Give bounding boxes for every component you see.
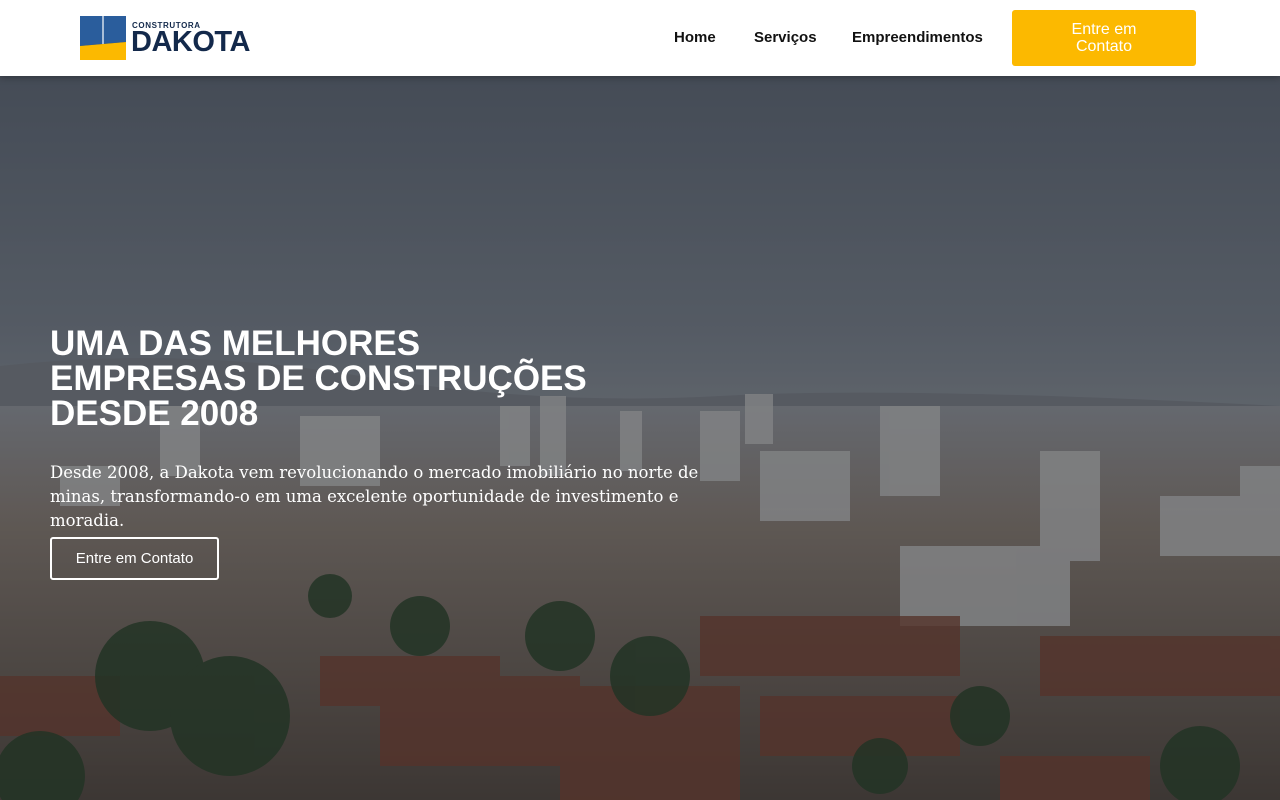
site-header: CONSTRUTORA DAKOTA Home Serviços Empreen…: [0, 0, 1280, 76]
hero-description: Desde 2008, a Dakota vem revolucionando …: [50, 463, 699, 530]
hero-overlay: [0, 76, 1280, 800]
nav-servicos[interactable]: Serviços: [754, 29, 817, 46]
nav-home[interactable]: Home: [674, 29, 716, 46]
hero-contact-button[interactable]: Entre em Contato: [50, 537, 219, 580]
header-contact-button[interactable]: Entre em Contato: [1012, 10, 1196, 66]
hero-title: UMA DAS MELHORES EMPRESAS DE CONSTRUÇÕES…: [50, 324, 587, 433]
nav-empreendimentos[interactable]: Empreendimentos: [852, 29, 983, 46]
hero-section: UMA DAS MELHORES EMPRESAS DE CONSTRUÇÕES…: [0, 76, 1280, 800]
